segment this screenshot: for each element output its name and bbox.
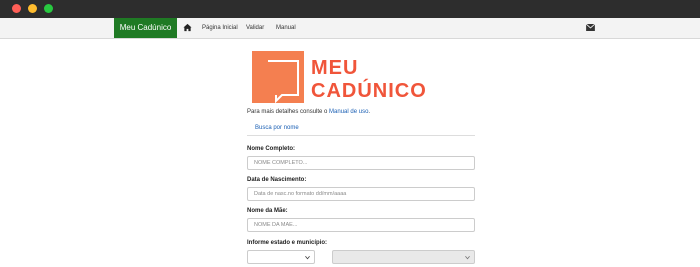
chevron-down-icon	[305, 255, 310, 260]
state-select[interactable]	[247, 250, 315, 264]
location-label: Informe estado e município:	[247, 240, 328, 246]
nav-link-manual[interactable]: Manual	[276, 18, 296, 38]
brand-link[interactable]: Meu Cadúnico	[114, 18, 177, 38]
maximize-window-button[interactable]	[44, 4, 53, 13]
help-text: Para mais detalhes consulte o Manual de …	[247, 109, 370, 115]
help-text-suffix: .	[368, 109, 371, 115]
mother-name-label: Nome da Mãe:	[247, 208, 288, 214]
logo-mark	[252, 51, 304, 104]
search-by-name-tab-label: Busca por nome	[255, 125, 299, 131]
home-icon[interactable]	[183, 23, 192, 32]
logo-text-line-2: CADÚNICO	[311, 80, 427, 102]
speech-bubble-icon	[268, 60, 299, 104]
envelope-icon[interactable]	[586, 24, 595, 31]
help-text-prefix: Para mais detalhes consulte o	[247, 109, 330, 115]
mother-name-input[interactable]	[247, 218, 475, 232]
minimize-window-button[interactable]	[28, 4, 37, 13]
logo-text-line-1: MEU	[311, 57, 359, 79]
chevron-down-icon	[465, 255, 470, 260]
close-window-button[interactable]	[12, 4, 21, 13]
nav-link-validar[interactable]: Validar	[246, 18, 264, 38]
birth-date-input[interactable]	[247, 187, 475, 201]
name-label: Nome Completo:	[247, 146, 295, 152]
name-input[interactable]	[247, 156, 475, 170]
navbar: Meu Cadúnico Página Inicial Validar Manu…	[0, 18, 700, 39]
birth-date-label: Data de Nascimento:	[247, 177, 307, 183]
manual-link[interactable]: Manual de uso	[329, 109, 368, 115]
window-titlebar	[0, 0, 700, 18]
search-by-name-tab[interactable]: Busca por nome	[247, 119, 475, 136]
municipality-select[interactable]	[332, 250, 475, 264]
nav-link-pagina-inicial[interactable]: Página Inicial	[202, 18, 238, 38]
